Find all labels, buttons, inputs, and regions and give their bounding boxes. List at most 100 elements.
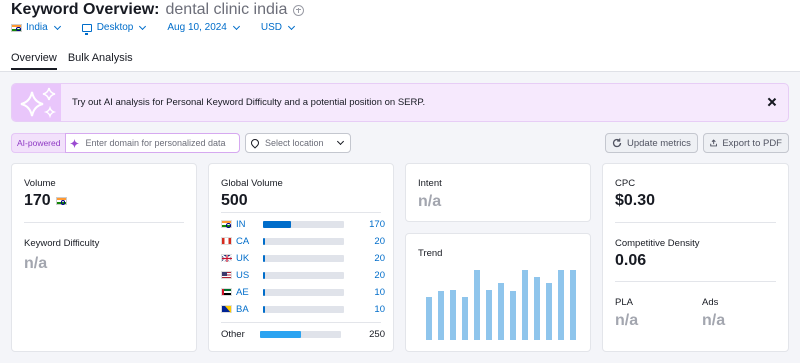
volume-share-bar <box>263 271 344 279</box>
volume-share-fill <box>260 330 301 338</box>
export-pdf-button[interactable]: Export to PDF <box>703 133 789 153</box>
uae-flag-icon <box>221 288 232 296</box>
date-label: Aug 10, 2024 <box>167 22 227 33</box>
volume-share-bar <box>263 288 344 296</box>
volume-share-bar <box>263 305 344 313</box>
trend-bar[interactable] <box>558 270 564 340</box>
volume-value-row: 170 <box>24 192 67 210</box>
intent-card: Intent n/a <box>405 163 591 222</box>
volume-share-fill <box>263 254 266 262</box>
global-volume-label: Global Volume <box>221 178 283 189</box>
trend-bar[interactable] <box>570 270 576 340</box>
volume-share-bar <box>263 254 344 262</box>
update-metrics-label: Update metrics <box>627 137 691 149</box>
ai-analysis-banner: Try out AI analysis for Personal Keyword… <box>11 83 789 122</box>
volume-value: 170 <box>24 192 51 209</box>
country-row-ae[interactable]: AE 10 <box>221 285 385 299</box>
country-row-ca[interactable]: CA 20 <box>221 234 385 248</box>
divider <box>24 222 184 223</box>
domain-field[interactable] <box>65 133 240 153</box>
trend-bar[interactable] <box>534 276 540 340</box>
device-dropdown[interactable]: Desktop <box>81 22 147 35</box>
personalized-domain-group: AI-powered <box>11 133 240 153</box>
volume-share-fill <box>263 220 291 228</box>
other-volume: 250 <box>369 328 385 340</box>
divider <box>221 212 381 213</box>
trend-bar[interactable] <box>474 270 480 340</box>
pla-value: n/a <box>615 312 639 329</box>
banner-text: Try out AI analysis for Personal Keyword… <box>72 97 425 108</box>
export-icon <box>710 139 718 147</box>
cpc-label: CPC <box>615 178 636 189</box>
location-select[interactable]: Select location <box>245 133 351 153</box>
trend-bar[interactable] <box>462 296 468 340</box>
country-row-in[interactable]: IN 170 <box>221 217 385 231</box>
ads-label: Ads <box>702 297 719 308</box>
competitive-density-label: Competitive Density <box>615 238 700 249</box>
ads-value: n/a <box>702 312 726 329</box>
country-volume: 170 <box>369 218 385 230</box>
country-row-ba[interactable]: BA 10 <box>221 302 385 316</box>
volume-share-bar <box>263 237 344 245</box>
india-flag-icon <box>11 23 22 32</box>
volume-share-fill <box>263 237 266 245</box>
bosnia-flag-icon <box>221 305 232 313</box>
country-label: India <box>26 22 48 33</box>
chevron-down-icon <box>287 22 296 30</box>
filter-bar: India Desktop Aug 10, 2024 USD <box>11 22 316 35</box>
country-dropdown[interactable]: India <box>11 22 61 33</box>
device-label: Desktop <box>96 22 134 33</box>
add-keyword-icon[interactable] <box>293 4 305 16</box>
chevron-down-icon <box>336 137 345 146</box>
divider <box>221 322 381 323</box>
india-flag-icon <box>55 197 67 205</box>
global-volume-card: Global Volume 500 IN 170 CA 20 UK 20 US … <box>208 163 394 352</box>
tab-overview[interactable]: Overview <box>11 52 57 70</box>
country-row-us[interactable]: US 20 <box>221 268 385 282</box>
us-flag-icon <box>221 271 232 279</box>
country-volume: 10 <box>374 286 385 298</box>
intent-value: n/a <box>418 193 442 210</box>
country-row-uk[interactable]: UK 20 <box>221 251 385 265</box>
chevron-down-icon <box>53 22 61 30</box>
cpc-value: $0.30 <box>615 192 656 209</box>
global-volume-value: 500 <box>221 192 248 209</box>
volume-share-fill <box>263 288 265 296</box>
volume-card: Volume 170 Keyword Difficulty n/a <box>11 163 197 352</box>
date-dropdown[interactable]: Aug 10, 2024 <box>167 22 240 33</box>
country-code: BA <box>236 303 249 315</box>
trend-bar[interactable] <box>546 283 552 340</box>
kd-value: n/a <box>24 255 48 272</box>
update-metrics-button[interactable]: Update metrics <box>605 133 698 153</box>
trend-bar[interactable] <box>510 291 516 340</box>
cpc-card: CPC $0.30 Competitive Density 0.06 PLA n… <box>602 163 789 352</box>
india-flag-icon <box>221 220 232 228</box>
trend-bar[interactable] <box>426 296 432 340</box>
country-code: AE <box>236 286 249 298</box>
country-code: IN <box>236 218 246 230</box>
domain-input[interactable] <box>85 138 236 148</box>
tab-bulk-analysis[interactable]: Bulk Analysis <box>68 52 133 70</box>
trend-bar[interactable] <box>498 283 504 340</box>
country-volume: 20 <box>374 235 385 247</box>
trend-bar[interactable] <box>450 289 456 340</box>
ai-analysis-link[interactable]: AI analysis <box>104 97 150 108</box>
volume-share-bar <box>260 330 341 338</box>
close-icon[interactable] <box>766 96 778 108</box>
other-label: Other <box>221 328 245 340</box>
title-row: Keyword Overview: dental clinic india <box>11 1 305 19</box>
ai-powered-badge: AI-powered <box>11 133 66 153</box>
country-volume: 20 <box>374 269 385 281</box>
currency-dropdown[interactable]: USD <box>260 22 296 33</box>
currency-label: USD <box>260 22 282 33</box>
trend-bar[interactable] <box>438 291 444 340</box>
pla-label: PLA <box>615 297 633 308</box>
chevron-down-icon <box>139 22 147 30</box>
location-pin-icon <box>249 137 261 149</box>
location-placeholder: Select location <box>265 138 324 148</box>
trend-bar[interactable] <box>486 289 492 340</box>
sparkle-icon <box>70 138 80 148</box>
trend-bar[interactable] <box>522 270 528 340</box>
kd-label: Keyword Difficulty <box>24 238 100 249</box>
trend-label: Trend <box>418 248 443 259</box>
